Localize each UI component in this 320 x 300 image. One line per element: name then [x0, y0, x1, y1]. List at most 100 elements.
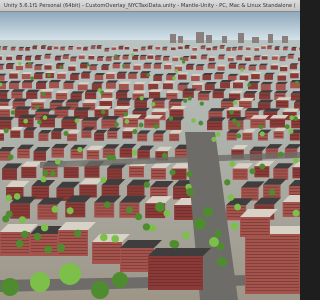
- tree: [18, 216, 26, 224]
- tree: [139, 96, 144, 101]
- tree: [122, 64, 126, 68]
- tree: [114, 54, 118, 58]
- tree: [293, 116, 298, 121]
- tree: [215, 131, 221, 137]
- tree: [103, 201, 111, 209]
- tree: [249, 168, 256, 175]
- tree: [47, 73, 51, 78]
- tree: [42, 115, 48, 120]
- tree: [40, 224, 49, 232]
- tree: [74, 118, 80, 124]
- window-title: Unity 5.6.1f1 Personal (64bit) - CustomO…: [4, 3, 296, 9]
- tree: [214, 230, 222, 238]
- tree: [106, 154, 113, 161]
- tree: [211, 136, 217, 142]
- tree: [163, 209, 171, 217]
- tree: [132, 129, 138, 135]
- tree: [10, 110, 16, 115]
- tree: [199, 101, 204, 106]
- tree: [169, 169, 176, 176]
- tree: [134, 213, 143, 221]
- tree: [1, 278, 19, 296]
- tree: [73, 229, 82, 238]
- tree: [236, 133, 242, 139]
- title-bar[interactable]: Unity 5.6.1f1 Personal (64bit) - CustomO…: [0, 0, 300, 12]
- tree: [28, 61, 32, 66]
- tree: [146, 73, 151, 77]
- tree: [240, 68, 244, 72]
- tree: [123, 111, 129, 117]
- tree: [172, 76, 176, 81]
- scene-viewport[interactable]: [0, 12, 300, 300]
- tree: [268, 189, 276, 196]
- tree: [124, 119, 130, 124]
- tree: [229, 160, 236, 167]
- tree: [131, 150, 138, 156]
- tree: [54, 158, 61, 165]
- tree: [224, 179, 231, 186]
- tree: [111, 234, 120, 243]
- far-building: [290, 91, 300, 101]
- tree: [232, 100, 237, 105]
- tree: [182, 231, 190, 240]
- tree: [293, 157, 299, 164]
- tree: [183, 98, 188, 103]
- tree: [187, 96, 192, 101]
- tree: [186, 188, 194, 196]
- tree: [131, 53, 135, 57]
- tree: [194, 218, 206, 230]
- tree: [174, 69, 179, 73]
- tree: [63, 130, 69, 136]
- tree: [217, 257, 227, 267]
- tree: [23, 118, 29, 124]
- tree: [57, 243, 66, 252]
- tree: [51, 205, 59, 213]
- tree: [234, 203, 242, 211]
- tree: [289, 115, 295, 121]
- tree: [151, 102, 156, 107]
- tree: [203, 207, 213, 217]
- tree: [100, 109, 106, 115]
- tree: [33, 232, 42, 241]
- tree: [18, 61, 22, 66]
- tree: [231, 118, 237, 124]
- tree: [59, 263, 81, 285]
- tree: [247, 83, 252, 88]
- tree: [288, 128, 294, 134]
- tree: [236, 122, 241, 127]
- tree: [161, 152, 168, 159]
- tree: [138, 122, 144, 128]
- tree: [198, 120, 204, 126]
- tree: [259, 131, 265, 137]
- city-scene: [0, 12, 300, 300]
- near-building: [148, 248, 211, 290]
- tree: [34, 105, 40, 110]
- tree: [41, 92, 46, 97]
- tree: [49, 170, 56, 177]
- tree: [155, 202, 165, 212]
- tree: [168, 116, 174, 121]
- tree: [99, 233, 108, 242]
- tree: [21, 230, 29, 239]
- tree: [230, 222, 239, 230]
- tree: [209, 237, 219, 247]
- tree: [191, 118, 196, 123]
- tree: [3, 128, 9, 134]
- tree: [295, 80, 299, 85]
- far-building: [290, 71, 300, 79]
- tree: [114, 122, 119, 127]
- tree: [5, 194, 13, 202]
- tree: [169, 240, 178, 248]
- tree: [30, 76, 35, 81]
- tree: [143, 181, 151, 188]
- tree: [179, 57, 183, 61]
- tree: [100, 90, 105, 95]
- tree: [77, 146, 83, 153]
- far-building: [290, 80, 300, 89]
- tree: [44, 245, 53, 254]
- tree: [181, 60, 186, 64]
- tree: [7, 154, 14, 160]
- tree: [100, 176, 107, 184]
- tree: [229, 109, 234, 115]
- tree: [86, 63, 90, 67]
